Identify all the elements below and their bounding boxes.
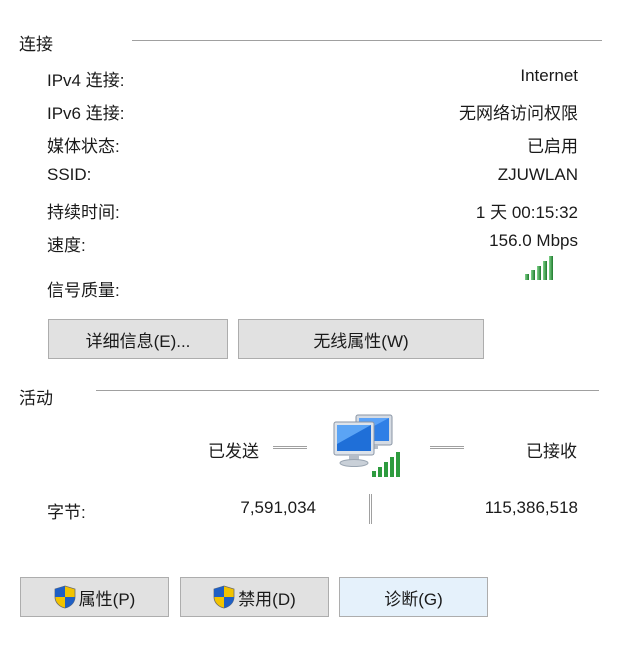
properties-button-label: 属性(P) (78, 589, 136, 609)
ipv6-value: 无网络访问权限 (459, 104, 578, 123)
ipv4-value: Internet (520, 66, 578, 85)
wireless-properties-button[interactable]: 无线属性(W) (238, 319, 484, 359)
ipv6-label: IPv6 连接: (47, 104, 125, 123)
ssid-value: ZJUWLAN (497, 165, 578, 184)
bytes-received-value: 115,386,518 (484, 498, 578, 517)
ssid-label: SSID: (47, 165, 92, 184)
properties-button[interactable]: 属性(P) (20, 577, 169, 617)
speed-value: 156.0 Mbps (489, 231, 578, 250)
connection-section-title: 连接 (19, 35, 53, 54)
ipv4-label: IPv4 连接: (47, 71, 125, 90)
activity-section-title: 活动 (19, 389, 53, 408)
signal-quality-label: 信号质量: (47, 281, 120, 300)
connection-divider (132, 40, 602, 41)
sent-line (273, 446, 307, 449)
duration-label: 持续时间: (47, 203, 120, 222)
received-label: 已接收 (526, 442, 577, 461)
bytes-label: 字节: (47, 503, 86, 522)
bytes-separator (369, 494, 372, 524)
activity-divider (96, 390, 599, 391)
disable-button-label: 禁用(D) (238, 589, 296, 609)
signal-bars-icon (525, 256, 553, 280)
details-button[interactable]: 详细信息(E)... (48, 319, 228, 359)
sent-label: 已发送 (208, 442, 259, 461)
media-state-label: 媒体状态: (47, 137, 120, 156)
uac-shield-icon (54, 585, 76, 609)
bytes-sent-value: 7,591,034 (240, 498, 316, 517)
disable-button[interactable]: 禁用(D) (180, 577, 329, 617)
network-computers-icon (333, 414, 400, 477)
diagnose-button[interactable]: 诊断(G) (339, 577, 488, 617)
media-state-value: 已启用 (527, 137, 578, 156)
uac-shield-icon (213, 585, 235, 609)
speed-label: 速度: (47, 236, 86, 255)
received-line (430, 446, 464, 449)
duration-value: 1 天 00:15:32 (475, 203, 578, 222)
